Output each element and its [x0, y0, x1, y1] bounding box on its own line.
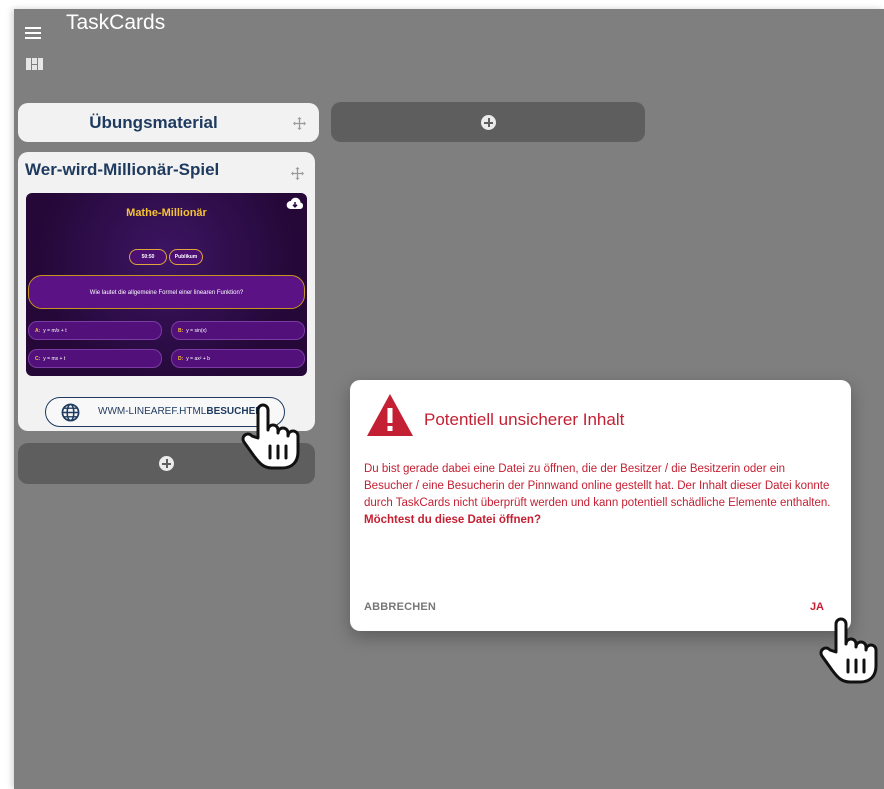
move-arrows-icon[interactable] — [291, 167, 304, 180]
answer-c: C: y = mx + t — [28, 349, 162, 368]
add-column-button[interactable] — [331, 102, 645, 142]
board-layout-icon[interactable] — [26, 58, 43, 70]
hand-pointer-cursor — [241, 403, 300, 470]
plus-circle-icon — [159, 456, 174, 471]
unsafe-content-dialog: Potentiell unsicherer Inhalt Du bist ger… — [350, 380, 851, 631]
confirm-button[interactable]: JA — [810, 601, 824, 613]
joker-fifty-fifty: 50:50 — [129, 249, 167, 265]
joker-audience: Publikum — [169, 249, 203, 265]
app-title: TaskCards — [66, 11, 166, 34]
dialog-message: Du bist gerade dabei eine Datei zu öffne… — [364, 461, 834, 529]
quiz-question: Wie lautet die allgemeine Formel einer l… — [28, 275, 305, 309]
answer-a: A: y = m/x + t — [28, 321, 162, 340]
move-arrows-icon[interactable] — [293, 117, 306, 130]
warning-triangle-icon — [367, 394, 413, 436]
cancel-button[interactable]: ABBRECHEN — [364, 601, 436, 613]
cloud-download-icon[interactable] — [286, 197, 304, 211]
globe-icon — [61, 403, 80, 422]
dialog-title: Potentiell unsicherer Inhalt — [424, 410, 625, 429]
answer-b: B: y = sin(x) — [171, 321, 305, 340]
preview-image[interactable]: Mathe-Millionär 50:50 Publikum Wie laute… — [26, 193, 307, 376]
board-app: TaskCards Übungsmaterial Wer-wird-Millio… — [14, 9, 884, 789]
hand-pointer-cursor — [819, 617, 878, 684]
card-title: Wer-wird-Millionär-Spiel — [25, 160, 220, 179]
hamburger-menu-icon[interactable] — [25, 27, 41, 39]
column-title: Übungsmaterial — [89, 113, 218, 132]
column-header[interactable]: Übungsmaterial — [18, 103, 319, 142]
dialog-question: Möchtest du diese Datei öffnen? — [364, 514, 541, 526]
link-label: WWM-LINEAREF.HTMLBESUCHEN — [98, 406, 263, 417]
answer-d: D: y = ax² + b — [171, 349, 305, 368]
preview-title: Mathe-Millionär — [126, 207, 207, 219]
dialog-body-text: Du bist gerade dabei eine Datei zu öffne… — [364, 463, 831, 509]
plus-circle-icon — [481, 115, 496, 130]
task-card[interactable]: Wer-wird-Millionär-Spiel Mathe-Millionär… — [18, 152, 315, 431]
